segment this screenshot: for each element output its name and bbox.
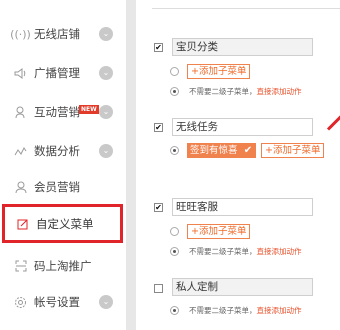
menu-name-field[interactable]: 私人定制 <box>172 278 313 296</box>
chevron-down-icon[interactable]: ⌄ <box>99 66 113 80</box>
note-text: 不需要二级子菜单， <box>189 306 257 315</box>
sidebar-item-broadcast[interactable]: 广播管理 ⌄ <box>0 53 126 93</box>
sidebar-item-label: 数据分析 <box>34 144 80 158</box>
sidebar-item-label: 无线店铺 <box>34 27 80 41</box>
sidebar-item-interactive-marketing[interactable]: 互动营销 NEW ⌄ <box>0 92 126 132</box>
gear-icon <box>14 296 27 309</box>
sidebar-item-member-marketing[interactable]: 会员营销 <box>0 167 126 207</box>
sidebar-item-qr-promo[interactable]: 码上淘推广 <box>0 246 126 286</box>
direct-action-radio[interactable] <box>170 87 179 96</box>
qr-scan-icon <box>14 260 27 273</box>
add-action-link[interactable]: 直接添加动作 <box>257 306 302 315</box>
menu-checkbox[interactable]: ✔ <box>154 203 163 212</box>
sidebar-item-wireless-store[interactable]: ((·)) 无线店铺 ⌄ <box>0 14 126 54</box>
add-action-link[interactable]: 直接添加动作 <box>257 247 302 256</box>
sidebar-item-label: 码上淘推广 <box>34 259 92 273</box>
sidebar-item-account-settings[interactable]: 帐号设置 ⌄ <box>0 282 126 322</box>
chevron-down-icon[interactable]: ⌄ <box>99 295 113 309</box>
member-icon <box>14 181 27 194</box>
submenu-tag[interactable]: 签到有惊喜 <box>187 143 241 158</box>
add-action-link[interactable]: 直接添加动作 <box>257 87 302 96</box>
menu-note: 不需要二级子菜单，直接添加动作 <box>189 306 302 316</box>
chevron-down-icon[interactable]: ⌄ <box>99 27 113 41</box>
submenu-radio[interactable] <box>170 146 179 155</box>
sidebar-divider <box>126 0 136 330</box>
sidebar-item-data-analysis[interactable]: 数据分析 ⌄ <box>0 131 126 171</box>
chevron-down-icon[interactable]: ⌄ <box>99 144 113 158</box>
menu-checkbox[interactable]: ✔ <box>154 43 163 52</box>
menu-name-field[interactable]: 宝贝分类 <box>172 38 313 56</box>
menu-note: 不需要二级子菜单，直接添加动作 <box>189 87 302 97</box>
menu-name-field[interactable]: 旺旺客服 <box>172 198 313 216</box>
edit-icon <box>16 217 29 230</box>
direct-action-radio[interactable] <box>170 247 179 256</box>
menu-checkbox[interactable]: ✔ <box>154 123 163 132</box>
add-submenu-button[interactable]: +添加子菜单 <box>187 64 251 79</box>
sidebar-item-label: 会员营销 <box>34 180 80 194</box>
menu-note: 不需要二级子菜单，直接添加动作 <box>189 247 302 257</box>
add-submenu-radio[interactable] <box>170 227 179 236</box>
check-icon: ✔ <box>240 143 256 158</box>
note-text: 不需要二级子菜单， <box>189 247 257 256</box>
menu-checkbox[interactable] <box>154 284 163 293</box>
sidebar-item-label: 帐号设置 <box>34 295 80 309</box>
add-submenu-button[interactable]: +添加子菜单 <box>187 224 251 239</box>
new-badge: NEW <box>79 105 99 114</box>
sidebar-item-label: 广播管理 <box>34 66 80 80</box>
user-interact-icon <box>14 106 27 119</box>
wireless-icon: ((·)) <box>10 27 31 41</box>
sidebar-item-custom-menu[interactable]: 自定义菜单 <box>2 204 123 243</box>
chevron-down-icon[interactable]: ⌄ <box>99 105 113 119</box>
sidebar: ((·)) 无线店铺 ⌄ 广播管理 ⌄ 互动营销 NEW ⌄ 数据分析 ⌄ 会员… <box>0 0 126 330</box>
broadcast-icon <box>14 67 27 80</box>
menu-name-field[interactable]: 无线任务 <box>172 118 313 136</box>
add-submenu-radio[interactable] <box>170 67 179 76</box>
chart-line-icon <box>14 145 27 158</box>
sidebar-item-label: 自定义菜单 <box>36 216 94 231</box>
note-text: 不需要二级子菜单， <box>189 87 257 96</box>
sidebar-item-label: 互动营销 <box>34 105 80 119</box>
direct-action-radio[interactable] <box>170 306 179 315</box>
add-submenu-button[interactable]: +添加子菜单 <box>261 143 325 158</box>
top-divider <box>152 8 340 9</box>
